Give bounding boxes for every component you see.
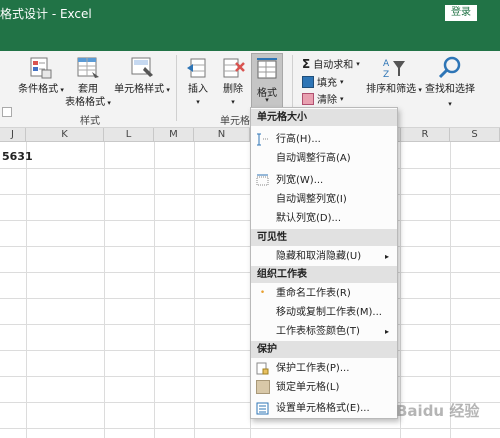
magnifier-icon xyxy=(438,56,461,79)
menu-section-protection: 保护 xyxy=(251,341,397,358)
cells-group-label: 单元格 xyxy=(220,116,250,127)
cell-styles-label: 单元格样式 xyxy=(114,84,165,95)
conditional-format-icon xyxy=(30,57,52,79)
login-button[interactable]: 登录 xyxy=(445,5,477,21)
fill-button[interactable]: 填充 ▾ xyxy=(302,74,344,89)
format-dropdown-menu: 单元格大小 行高(H)... 自动调整行高(A) 列宽(W)... 自动调整列宽… xyxy=(250,107,398,419)
grid-line xyxy=(400,142,401,438)
cell-value[interactable]: 5631 xyxy=(2,150,33,163)
submenu-arrow-icon: ▸ xyxy=(384,252,389,261)
table-format-icon xyxy=(77,57,99,78)
clear-label: 清除 xyxy=(317,95,337,106)
autosum-label: 自动求和 xyxy=(313,60,354,71)
autofit-column-label: 自动调整列宽(I) xyxy=(276,194,347,205)
move-copy-label: 移动或复制工作表(M)... xyxy=(276,307,382,318)
autosum-button[interactable]: Σ 自动求和 ▾ xyxy=(302,56,360,72)
menu-item-rename-sheet[interactable]: • 重命名工作表(R) xyxy=(251,284,397,303)
column-width-icon xyxy=(256,174,269,186)
title-bar: 格式设计 - Excel 登录 xyxy=(0,0,500,24)
fill-label: 填充 xyxy=(317,78,337,89)
column-header-j[interactable]: J xyxy=(0,128,26,142)
rename-sheet-label: 重命名工作表(R) xyxy=(276,288,351,299)
column-header-k[interactable]: K xyxy=(26,128,104,142)
lock-cell-label: 锁定单元格(L) xyxy=(276,382,340,393)
format-cells-label: 设置单元格格式(E)... xyxy=(276,403,370,414)
column-header-l[interactable]: L xyxy=(104,128,154,142)
default-width-label: 默认列宽(D)... xyxy=(276,213,342,224)
insert-cells-icon xyxy=(187,58,206,78)
window-title: 格式设计 - Excel xyxy=(0,7,92,21)
grid-line xyxy=(154,142,155,438)
column-header-m[interactable]: M xyxy=(154,128,194,142)
fill-down-icon xyxy=(302,75,314,88)
insert-button[interactable]: 插入 ▾ xyxy=(183,55,213,109)
ribbon-tab-strip xyxy=(0,24,500,51)
submenu-arrow-icon: ▸ xyxy=(384,327,389,336)
conditional-format-label: 条件格式 xyxy=(18,84,59,95)
format-cells-icon xyxy=(256,402,269,415)
menu-section-organize: 组织工作表 xyxy=(251,266,397,283)
menu-section-visibility: 可见性 xyxy=(251,229,397,246)
grid-line xyxy=(194,142,195,438)
cell-styles-icon xyxy=(131,57,153,77)
sort-filter-icon: A Z xyxy=(383,59,405,80)
menu-section-cell-size: 单元格大小 xyxy=(251,109,397,126)
hide-unhide-label: 隐藏和取消隐藏(U) xyxy=(276,251,362,262)
format-as-table-button[interactable]: 套用 表格格式 ▾ xyxy=(64,55,112,110)
table-format-label-1: 套用 xyxy=(78,84,98,95)
svg-text:A: A xyxy=(383,59,390,69)
column-header-s[interactable]: S xyxy=(450,128,500,142)
styles-group-label: 样式 xyxy=(80,116,100,127)
ribbon-separator xyxy=(176,55,177,121)
delete-button[interactable]: 删除 ▾ xyxy=(218,55,248,109)
protect-sheet-icon xyxy=(256,362,269,375)
menu-item-move-copy[interactable]: 移动或复制工作表(M)... xyxy=(251,303,397,322)
column-header-r[interactable]: R xyxy=(400,128,450,142)
row-height-label: 行高(H)... xyxy=(276,134,321,145)
conditional-format-button[interactable]: 条件格式 ▾ xyxy=(18,55,64,97)
grid-line xyxy=(0,428,500,429)
watermark: Baidu 经验 xyxy=(396,402,480,420)
format-button[interactable]: 格式 ▾ xyxy=(251,53,283,109)
menu-item-row-height[interactable]: 行高(H)... xyxy=(251,130,397,149)
menu-item-tab-color[interactable]: 工作表标签颜色(T) ▸ xyxy=(251,322,397,341)
menu-item-autofit-column[interactable]: 自动调整列宽(I) xyxy=(251,190,397,209)
menu-item-column-width[interactable]: 列宽(W)... xyxy=(251,171,397,190)
grid-line xyxy=(450,142,451,438)
ribbon-scroll-icon[interactable] xyxy=(2,107,12,117)
sort-filter-button[interactable]: A Z 排序和筛选 ▾ xyxy=(366,55,422,97)
delete-cells-icon xyxy=(223,58,245,78)
delete-label: 删除 xyxy=(223,84,243,95)
menu-item-format-cells[interactable]: 设置单元格格式(E)... xyxy=(251,399,397,418)
tab-color-label: 工作表标签颜色(T) xyxy=(276,326,360,337)
menu-item-default-width[interactable]: 默认列宽(D)... xyxy=(251,209,397,228)
find-select-button[interactable]: 查找和选择 ▾ xyxy=(424,55,476,111)
lock-cell-icon xyxy=(256,380,270,394)
protect-sheet-label: 保护工作表(P)... xyxy=(276,363,350,374)
eraser-icon xyxy=(302,92,314,105)
cell-styles-button[interactable]: 单元格样式 ▾ xyxy=(114,55,170,97)
menu-item-lock-cell[interactable]: 锁定单元格(L) xyxy=(251,378,397,397)
menu-item-autofit-row[interactable]: 自动调整行高(A) xyxy=(251,149,397,168)
svg-text:Z: Z xyxy=(383,70,389,80)
row-height-icon xyxy=(257,133,268,146)
rename-icon: • xyxy=(259,288,266,298)
menu-item-hide-unhide[interactable]: 隐藏和取消隐藏(U) ▸ xyxy=(251,247,397,266)
menu-item-protect-sheet[interactable]: 保护工作表(P)... xyxy=(251,359,397,378)
table-format-label-2: 表格格式 xyxy=(65,97,106,108)
find-select-label: 查找和选择 xyxy=(425,84,475,95)
column-header-n[interactable]: N xyxy=(194,128,250,142)
autofit-row-label: 自动调整行高(A) xyxy=(276,153,351,164)
sort-filter-label: 排序和筛选 xyxy=(366,84,417,95)
grid-line xyxy=(26,142,27,438)
format-icon xyxy=(257,58,277,79)
grid-line xyxy=(104,142,105,438)
insert-label: 插入 xyxy=(188,84,208,95)
column-width-label: 列宽(W)... xyxy=(276,175,324,186)
sigma-icon: Σ xyxy=(302,56,311,71)
clear-button[interactable]: 清除 ▾ xyxy=(302,91,344,106)
